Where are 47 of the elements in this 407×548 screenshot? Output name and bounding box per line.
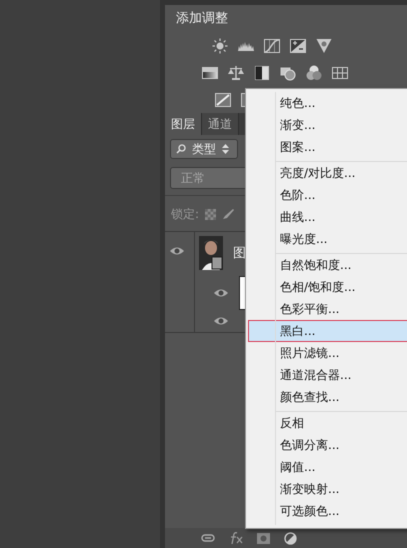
exposure-icon[interactable] <box>290 38 306 54</box>
menu-item[interactable]: 曲线... <box>248 206 407 228</box>
half-circle-icon[interactable] <box>284 532 297 544</box>
layer-thumbnail <box>199 236 223 270</box>
menu-item[interactable]: 阈值... <box>248 456 407 478</box>
slash-square-icon[interactable] <box>215 92 231 108</box>
gradient-bar-icon[interactable] <box>202 65 218 81</box>
mask-icon[interactable] <box>257 532 270 544</box>
sun-icon[interactable] <box>212 38 228 54</box>
menu-item[interactable]: 可选颜色... <box>248 500 407 522</box>
panel-tab[interactable]: 图层 <box>165 113 202 135</box>
menu-item[interactable]: 亮度/对比度... <box>248 162 407 184</box>
panel-tab[interactable]: 通道 <box>202 113 239 135</box>
menu-item[interactable]: 色彩平衡... <box>248 298 407 320</box>
search-icon <box>176 144 186 154</box>
brush-icon[interactable] <box>222 209 234 220</box>
menu-item[interactable]: 纯色... <box>248 92 407 114</box>
panel-title: 添加调整 <box>175 10 229 27</box>
menu-item[interactable]: 渐变映射... <box>248 478 407 500</box>
menu-item[interactable]: 自然饱和度... <box>248 254 407 276</box>
eye-icon[interactable] <box>213 316 229 326</box>
link-icon[interactable] <box>201 534 215 542</box>
layer-name: 图 <box>233 245 246 262</box>
fx-icon[interactable] <box>229 532 243 544</box>
menu-item[interactable]: 渐变... <box>248 114 407 136</box>
half-square-icon[interactable] <box>254 65 270 81</box>
filter-dropdown[interactable]: 类型 <box>170 139 238 159</box>
menu-item[interactable]: 色阶... <box>248 184 407 206</box>
menu-item[interactable]: 图案... <box>248 136 407 158</box>
checker-icon[interactable] <box>205 209 216 220</box>
menu-item[interactable]: 黑白... <box>248 320 407 342</box>
eye-icon[interactable] <box>169 246 185 256</box>
menu-item[interactable]: 反相 <box>248 412 407 434</box>
menu-item[interactable]: 色调分离... <box>248 434 407 456</box>
menu-item[interactable]: 曝光度... <box>248 228 407 250</box>
lock-label: 锁定: <box>171 206 200 223</box>
menu-item[interactable]: 色相/饱和度... <box>248 276 407 298</box>
eye-icon[interactable] <box>213 288 229 298</box>
circles-icon[interactable] <box>306 65 322 81</box>
menu-item[interactable]: 颜色查找... <box>248 386 407 408</box>
menu-item[interactable]: 照片滤镜... <box>248 342 407 364</box>
menu-item[interactable]: 通道混合器... <box>248 364 407 386</box>
scales-icon[interactable] <box>228 65 244 81</box>
triangle-icon[interactable] <box>316 38 332 54</box>
curve-icon[interactable] <box>264 38 280 54</box>
grid-icon[interactable] <box>332 65 348 81</box>
stepper-icon <box>222 144 229 154</box>
